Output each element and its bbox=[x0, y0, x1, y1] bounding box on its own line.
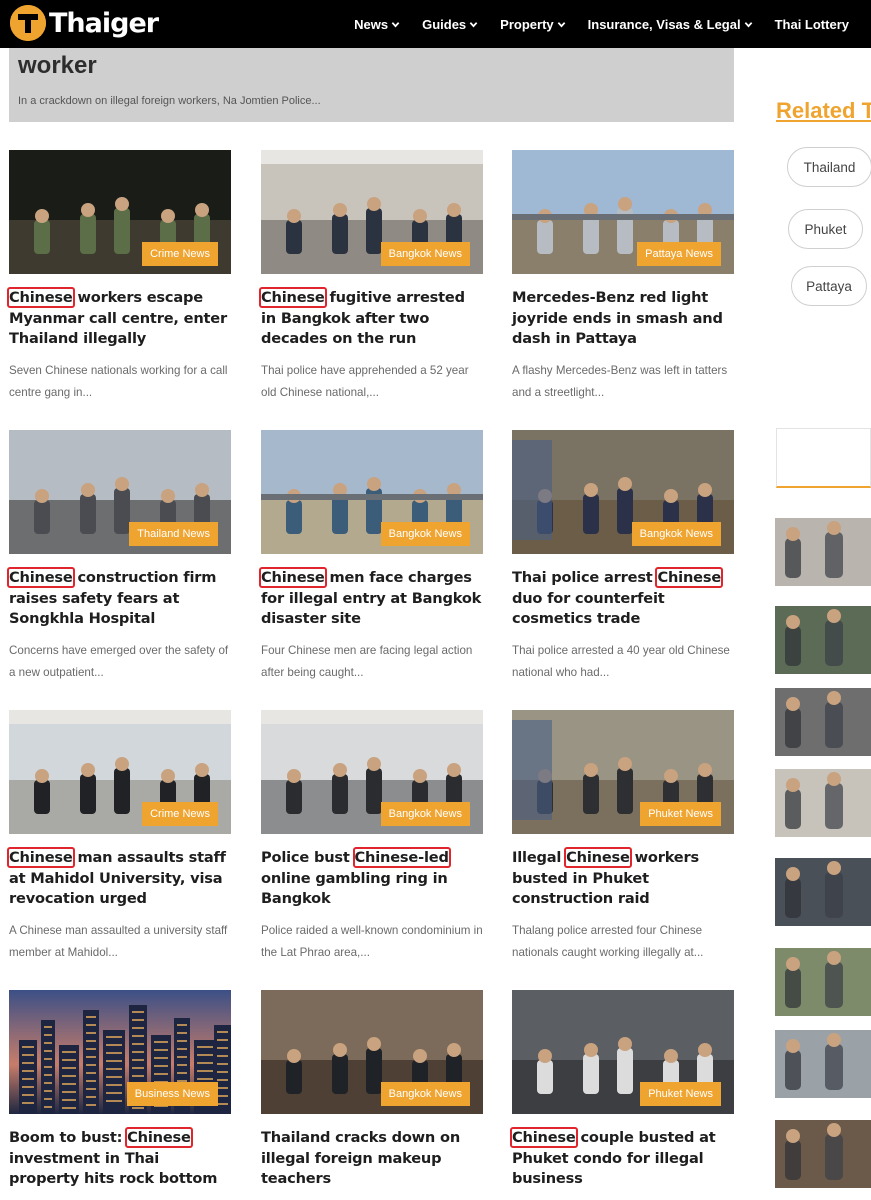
logo-t-icon bbox=[10, 5, 46, 41]
title-text: Thailand cracks down on illegal foreign … bbox=[261, 1129, 461, 1187]
sidebar-article-thumbnail[interactable] bbox=[775, 948, 871, 1016]
highlighted-keyword: Chinese bbox=[655, 567, 724, 588]
article-excerpt: Four Chinese men are facing legal action… bbox=[261, 644, 473, 679]
chevron-down-icon bbox=[391, 21, 400, 27]
category-badge[interactable]: Thailand News bbox=[129, 522, 218, 546]
article-excerpt: Concerns have emerged over the safety of… bbox=[9, 644, 229, 679]
article-title[interactable]: Chinese fugitive arrested in Bangkok aft… bbox=[259, 287, 483, 350]
page: Thaiger News Guides Property Insurance, Vis… bbox=[0, 0, 871, 1200]
article-title[interactable]: Police bust Chinese-led online gambling … bbox=[261, 847, 483, 910]
chevron-down-icon bbox=[469, 21, 478, 27]
logo-text: Thaiger bbox=[49, 7, 159, 39]
article-title[interactable]: Thai police arrest Chinese duo for count… bbox=[512, 567, 734, 630]
category-badge[interactable]: Bangkok News bbox=[380, 522, 470, 546]
featured-title[interactable]: worker bbox=[18, 52, 97, 80]
sidebar-article-thumbnail[interactable] bbox=[775, 1120, 871, 1188]
highlighted-keyword: Chinese-led bbox=[352, 847, 451, 868]
category-badge[interactable]: Bangkok News bbox=[631, 522, 721, 546]
tag-phuket[interactable]: Phuket bbox=[788, 209, 863, 249]
article-title[interactable]: Thailand cracks down on illegal foreign … bbox=[261, 1128, 483, 1190]
category-badge[interactable]: Bangkok News bbox=[380, 242, 470, 266]
category-badge[interactable]: Crime News bbox=[142, 242, 218, 266]
nav-item-label: Guides bbox=[422, 16, 467, 32]
article-title[interactable]: Illegal Chinese workers busted in Phuket… bbox=[512, 847, 734, 910]
article-excerpt: Police raided a well-known condominium i… bbox=[261, 924, 483, 959]
article-excerpt: Thai police have apprehended a 52 year o… bbox=[261, 364, 469, 399]
highlighted-keyword: Chinese bbox=[7, 847, 75, 868]
top-navbar: Thaiger News Guides Property Insurance, Vis… bbox=[0, 0, 871, 48]
nav-item-thai-lottery[interactable]: Thai Lottery bbox=[775, 17, 849, 32]
highlighted-keyword: Chinese bbox=[7, 567, 75, 588]
highlighted-keyword: Chinese bbox=[125, 1127, 193, 1148]
featured-article[interactable]: worker In a crackdown on illegal foreign… bbox=[9, 48, 734, 122]
article-excerpt: Seven Chinese nationals working for a ca… bbox=[9, 364, 228, 399]
category-badge[interactable]: Phuket News bbox=[640, 802, 721, 826]
article-title[interactable]: Chinese construction firm raises safety … bbox=[7, 567, 231, 630]
title-text: investment in Thai property hits rock bo… bbox=[9, 1149, 218, 1188]
tag-pattaya[interactable]: Pattaya bbox=[791, 266, 867, 306]
sidebar-article-thumbnail[interactable] bbox=[775, 688, 871, 756]
sidebar-article-thumbnail[interactable] bbox=[775, 518, 871, 586]
nav-item-label: Property bbox=[500, 16, 554, 32]
nav-item-label: Insurance, Visas & Legal bbox=[587, 16, 741, 32]
highlighted-keyword: Chinese bbox=[510, 1127, 578, 1148]
related-tags-heading: Related T bbox=[776, 98, 871, 123]
nav-item-label: News bbox=[354, 16, 389, 32]
category-badge[interactable]: Crime News bbox=[142, 802, 218, 826]
sidebar-article-thumbnail[interactable] bbox=[775, 769, 871, 837]
nav-item-guides[interactable]: Guides bbox=[422, 17, 478, 32]
article-title[interactable]: Chinese men face charges for illegal ent… bbox=[259, 567, 483, 630]
sidebar-widget-box bbox=[776, 428, 871, 488]
title-text: Police bust bbox=[261, 849, 355, 866]
article-excerpt: Thalang police arrested four Chinese nat… bbox=[512, 924, 704, 959]
nav-item-insurance-visas-legal[interactable]: Insurance, Visas & Legal bbox=[588, 17, 753, 32]
site-logo[interactable]: Thaiger bbox=[10, 5, 159, 41]
title-text: Thai police arrest bbox=[512, 569, 658, 586]
highlighted-keyword: Chinese bbox=[259, 567, 327, 588]
highlighted-keyword: Chinese bbox=[7, 287, 75, 308]
article-title[interactable]: Chinese man assaults staff at Mahidol Un… bbox=[7, 847, 231, 910]
nav-item-property[interactable]: Property bbox=[500, 17, 565, 32]
highlighted-keyword: Chinese bbox=[564, 847, 632, 868]
title-text: Mercedes-Benz red light joyride ends in … bbox=[512, 289, 723, 347]
sidebar-article-thumbnail[interactable] bbox=[775, 606, 871, 674]
article-title[interactable]: Chinese workers escape Myanmar call cent… bbox=[7, 287, 231, 350]
main-nav: News Guides Property Insurance, Visas & Leg… bbox=[354, 0, 849, 48]
category-badge[interactable]: Business News bbox=[126, 1082, 218, 1106]
title-text: online gambling ring in Bangkok bbox=[261, 869, 448, 908]
article-excerpt: A flashy Mercedes-Benz was left in tatte… bbox=[512, 364, 728, 399]
title-text: duo for counterfeit cosmetics trade bbox=[512, 589, 665, 628]
category-badge[interactable]: Phuket News bbox=[640, 1082, 721, 1106]
article-title[interactable]: Mercedes-Benz red light joyride ends in … bbox=[512, 288, 734, 350]
chevron-down-icon bbox=[557, 21, 565, 27]
highlighted-keyword: Chinese bbox=[259, 287, 327, 308]
featured-excerpt: In a crackdown on illegal foreign worker… bbox=[18, 95, 321, 107]
category-badge[interactable]: Bangkok News bbox=[380, 1082, 470, 1106]
title-text: Illegal bbox=[512, 849, 567, 866]
article-title[interactable]: Chinese couple busted at Phuket condo fo… bbox=[510, 1127, 734, 1190]
nav-item-news[interactable]: News bbox=[354, 17, 400, 32]
category-badge[interactable]: Pattaya News bbox=[637, 242, 721, 266]
sidebar-article-thumbnail[interactable] bbox=[775, 1030, 871, 1098]
tag-thailand[interactable]: Thailand bbox=[787, 147, 871, 187]
nav-item-label: Thai Lottery bbox=[774, 16, 849, 32]
chevron-down-icon bbox=[744, 21, 752, 27]
title-text: Boom to bust: bbox=[9, 1129, 128, 1146]
sidebar-article-thumbnail[interactable] bbox=[775, 858, 871, 926]
category-badge[interactable]: Bangkok News bbox=[380, 802, 470, 826]
article-title[interactable]: Boom to bust: Chinese investment in Thai… bbox=[9, 1127, 231, 1190]
article-excerpt: A Chinese man assaulted a university sta… bbox=[9, 924, 228, 959]
article-excerpt: Thai police arrested a 40 year old Chine… bbox=[512, 644, 730, 679]
